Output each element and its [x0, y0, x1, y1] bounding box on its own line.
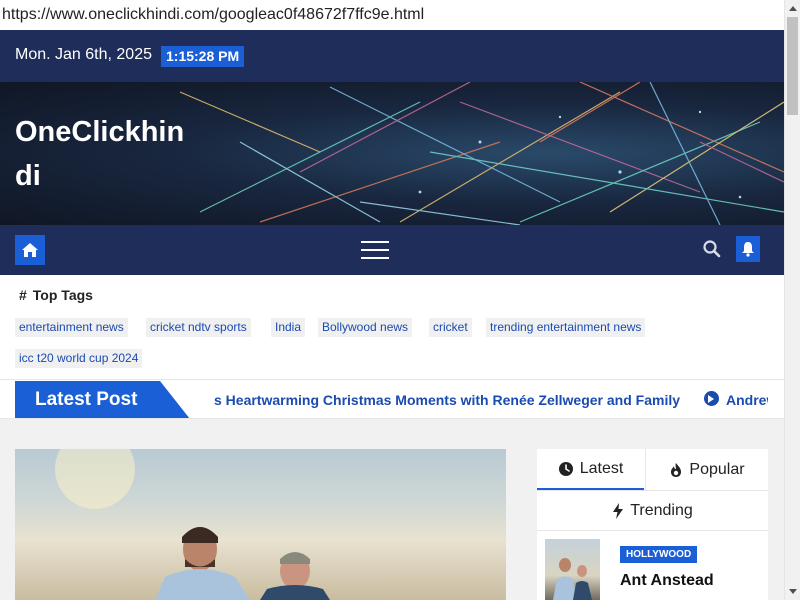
scroll-down-arrow-icon[interactable] [785, 584, 800, 600]
home-button[interactable] [15, 235, 45, 265]
post-thumbnail[interactable] [545, 539, 600, 600]
current-date: Mon. Jan 6th, 2025 [15, 46, 152, 63]
tab-popular[interactable]: Popular [645, 449, 768, 490]
post-title-link[interactable]: Ant Anstead [620, 572, 714, 590]
scroll-thumb[interactable] [787, 17, 798, 115]
tab-trending[interactable]: Trending [537, 490, 768, 531]
tag-link[interactable]: entertainment news [15, 318, 128, 337]
main-content: Latest Popular Trending HOLLYWOOD Ant An… [0, 419, 784, 600]
category-badge[interactable]: HOLLYWOOD [620, 546, 698, 563]
top-tags-section: # Top Tags entertainment news cricket ndt… [0, 275, 784, 379]
tag-link[interactable]: trending entertainment news [486, 318, 646, 337]
latest-post-label: Latest Post [15, 381, 190, 418]
ticker-headline-link[interactable]: s Heartwarming Christmas Moments with Re… [214, 392, 680, 408]
tag-link[interactable]: Bollywood news [318, 318, 413, 337]
scroll-up-arrow-icon[interactable] [785, 0, 800, 16]
bolt-icon [613, 502, 624, 519]
search-icon [703, 240, 721, 258]
tag-link[interactable]: cricket ndtv sports [146, 318, 251, 337]
search-button[interactable] [702, 239, 722, 259]
main-nav-bar [0, 225, 784, 275]
top-tags-heading: # Top Tags [19, 287, 93, 303]
featured-post-image[interactable] [15, 449, 506, 600]
notification-button[interactable] [736, 236, 760, 262]
arrow-circle-right-icon [704, 391, 719, 406]
date-bar: Mon. Jan 6th, 2025 1:15:28 PM [0, 30, 784, 82]
fire-icon [671, 462, 682, 477]
current-time: 1:15:28 PM [161, 46, 245, 67]
tag-link[interactable]: India [271, 318, 306, 337]
sidebar-tabs-widget: Latest Popular Trending HOLLYWOOD Ant An… [537, 449, 768, 600]
tag-link[interactable]: icc t20 world cup 2024 [15, 349, 143, 368]
page-scrollbar[interactable] [784, 0, 800, 600]
hamburger-icon [361, 241, 389, 243]
site-title[interactable]: OneClickhindi [15, 110, 185, 198]
bell-icon [742, 242, 754, 257]
home-icon [22, 243, 38, 257]
ticker-next-headline-link[interactable]: Andrew [726, 392, 768, 408]
clock-icon [558, 461, 573, 476]
page: https://www.oneclickhindi.com/googleac0f… [0, 0, 800, 600]
tab-latest[interactable]: Latest [537, 449, 644, 490]
menu-toggle-button[interactable] [361, 241, 389, 261]
latest-post-ticker: Latest Post s Heartwarming Christmas Mom… [0, 379, 784, 419]
tag-link[interactable]: cricket [429, 318, 472, 337]
header-banner: OneClickhindi [0, 82, 784, 225]
hash-icon: # [19, 287, 27, 303]
url-bar[interactable]: https://www.oneclickhindi.com/googleac0f… [0, 0, 784, 30]
